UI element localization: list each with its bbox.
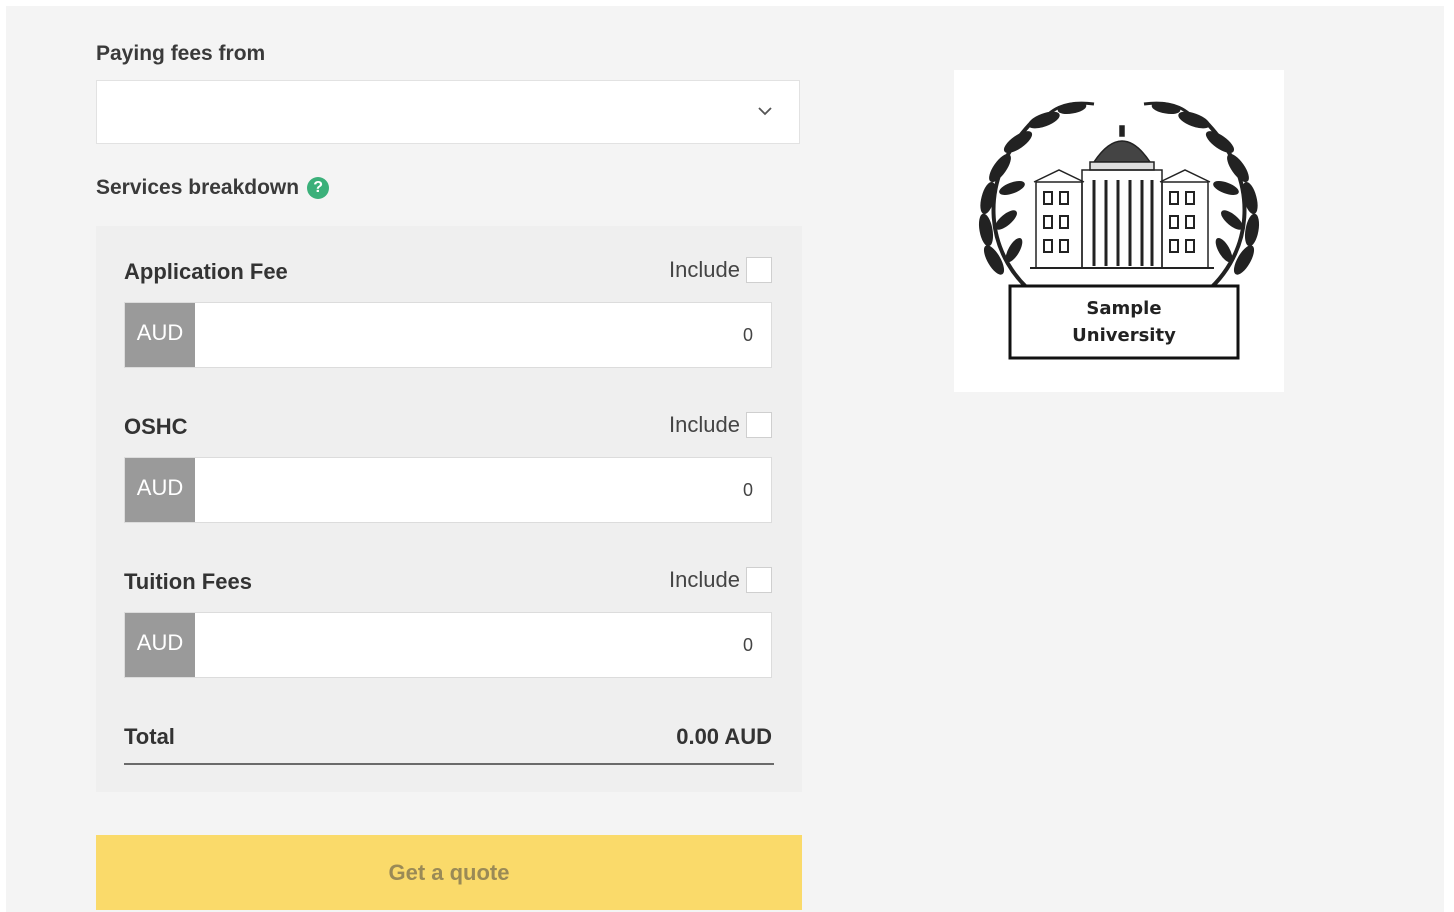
include-toggle-oshc: Include: [669, 412, 772, 438]
include-toggle-tuition-fees: Include: [669, 567, 772, 593]
include-checkbox-tuition-fees[interactable]: [746, 567, 772, 593]
currency-addon: AUD: [125, 613, 195, 677]
name-plate: [1008, 284, 1240, 360]
services-breakdown-heading: Services breakdown ?: [96, 176, 330, 200]
chevron-down-icon: [758, 107, 772, 116]
currency-addon: AUD: [125, 303, 195, 367]
amount-input-application-fee[interactable]: 0: [195, 303, 771, 367]
paying-fees-from-select[interactable]: [96, 80, 800, 144]
include-label: Include: [669, 567, 740, 592]
total-label: Total: [124, 724, 175, 749]
page-background: Paying fees from Services breakdown ? Ap…: [6, 6, 1444, 912]
amount-input-oshc[interactable]: 0: [195, 458, 771, 522]
get-a-quote-button[interactable]: Get a quote: [96, 835, 802, 910]
services-breakdown-panel: Application Fee Include AUD 0 OSHC Inclu…: [96, 226, 802, 792]
logo-text-line1: Sample: [1086, 298, 1161, 319]
service-title-oshc: OSHC: [124, 414, 188, 439]
service-title-application-fee: Application Fee: [124, 259, 288, 284]
amount-field-application-fee[interactable]: AUD 0: [124, 302, 772, 368]
university-logo: Sample University: [978, 101, 1260, 360]
paying-fees-from-label: Paying fees from: [96, 42, 266, 65]
service-title-tuition-fees: Tuition Fees: [124, 569, 252, 594]
total-divider: [124, 763, 774, 765]
include-toggle-application-fee: Include: [669, 257, 772, 283]
help-icon[interactable]: ?: [307, 177, 330, 199]
currency-addon: AUD: [125, 458, 195, 522]
logo-text-line2: University: [1072, 325, 1176, 346]
university-logo-card: Sample University: [954, 70, 1284, 392]
amount-field-tuition-fees[interactable]: AUD 0: [124, 612, 772, 678]
total-value: 0.00 AUD: [676, 724, 772, 749]
amount-input-tuition-fees[interactable]: 0: [195, 613, 771, 677]
amount-field-oshc[interactable]: AUD 0: [124, 457, 772, 523]
include-label: Include: [669, 412, 740, 437]
building-drawing: [1030, 125, 1214, 269]
services-breakdown-label: Services breakdown: [96, 176, 300, 199]
include-checkbox-application-fee[interactable]: [746, 257, 772, 283]
include-checkbox-oshc[interactable]: [746, 412, 772, 438]
include-label: Include: [669, 257, 740, 282]
